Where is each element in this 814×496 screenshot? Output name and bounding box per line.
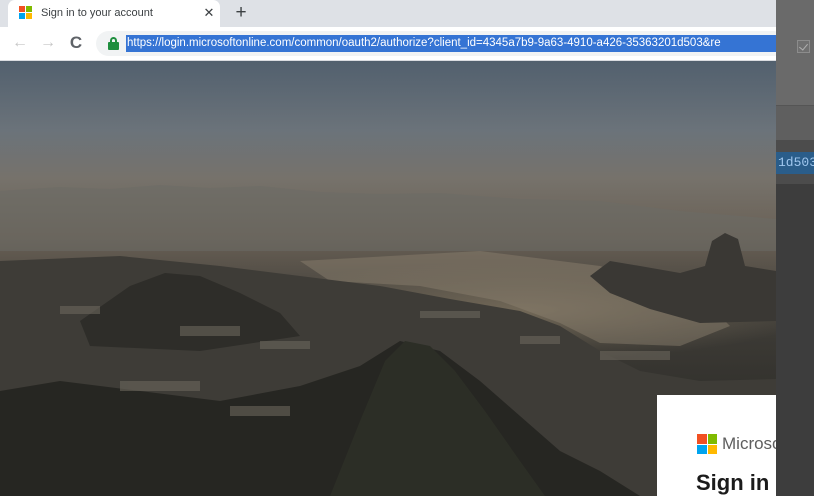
close-tab-icon[interactable]: ✕ [201, 4, 217, 22]
checkbox-icon[interactable] [797, 40, 810, 53]
url-text[interactable]: https://login.microsoftonline.com/common… [126, 35, 776, 52]
tab-sign-in[interactable]: Sign in to your account ✕ [8, 0, 220, 27]
microsoft-logo-icon [697, 434, 717, 454]
browser-window: Sign in to your account ✕ + ← → C https:… [0, 0, 776, 496]
microsoft-logo-icon [19, 6, 32, 19]
browser-toolbar: ← → C https://login.microsoftonline.com/… [0, 27, 776, 61]
tab-strip: Sign in to your account ✕ + [0, 0, 776, 27]
reload-button[interactable]: C [65, 32, 87, 54]
background-window-body [776, 184, 814, 496]
background-selected-text: 1d503 [776, 152, 814, 174]
new-tab-button[interactable]: + [231, 2, 251, 24]
back-button[interactable]: ← [9, 32, 31, 54]
sign-in-card: Microsoft Sign in [657, 395, 776, 496]
background-window-header [776, 0, 814, 106]
address-bar[interactable]: https://login.microsoftonline.com/common… [96, 31, 776, 56]
brand-name: Microsoft [722, 434, 776, 453]
tab-title: Sign in to your account [41, 7, 153, 19]
sign-in-heading: Sign in [696, 470, 770, 495]
background-window: 1d503 [776, 0, 814, 496]
page-content: Microsoft Sign in [0, 61, 776, 496]
forward-button[interactable]: → [37, 32, 59, 54]
lock-icon[interactable] [108, 37, 119, 50]
